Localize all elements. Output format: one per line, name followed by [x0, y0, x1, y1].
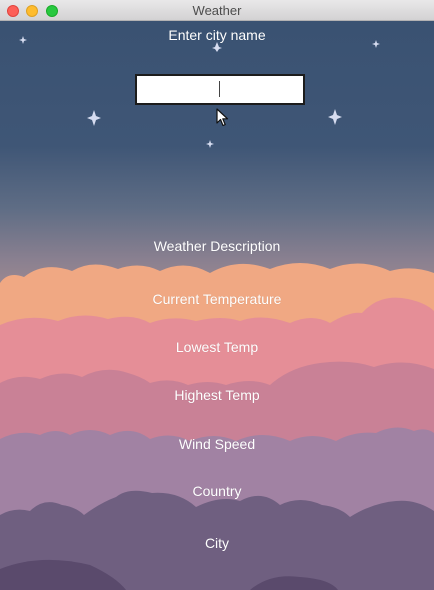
- text-caret: [219, 81, 220, 97]
- highest-temp-label: Highest Temp: [174, 387, 260, 403]
- country-label: Country: [192, 483, 242, 499]
- window-title: Weather: [192, 3, 242, 18]
- weather-description-label: Weather Description: [153, 238, 281, 254]
- mouse-cursor-icon: [216, 108, 229, 127]
- wind-speed-label: Wind Speed: [178, 436, 256, 452]
- lowest-temp-label: Lowest Temp: [175, 339, 259, 355]
- city-search-input[interactable]: [135, 74, 305, 105]
- city-prompt-label: Enter city name: [168, 27, 266, 43]
- city-label: City: [204, 535, 230, 551]
- current-temperature-label: Current Temperature: [152, 291, 282, 307]
- weather-window: Weather Enter city name Weather Descript…: [0, 0, 434, 590]
- background-scene: Enter city name Weather Description Curr…: [0, 21, 434, 590]
- title-bar: Weather: [0, 0, 434, 21]
